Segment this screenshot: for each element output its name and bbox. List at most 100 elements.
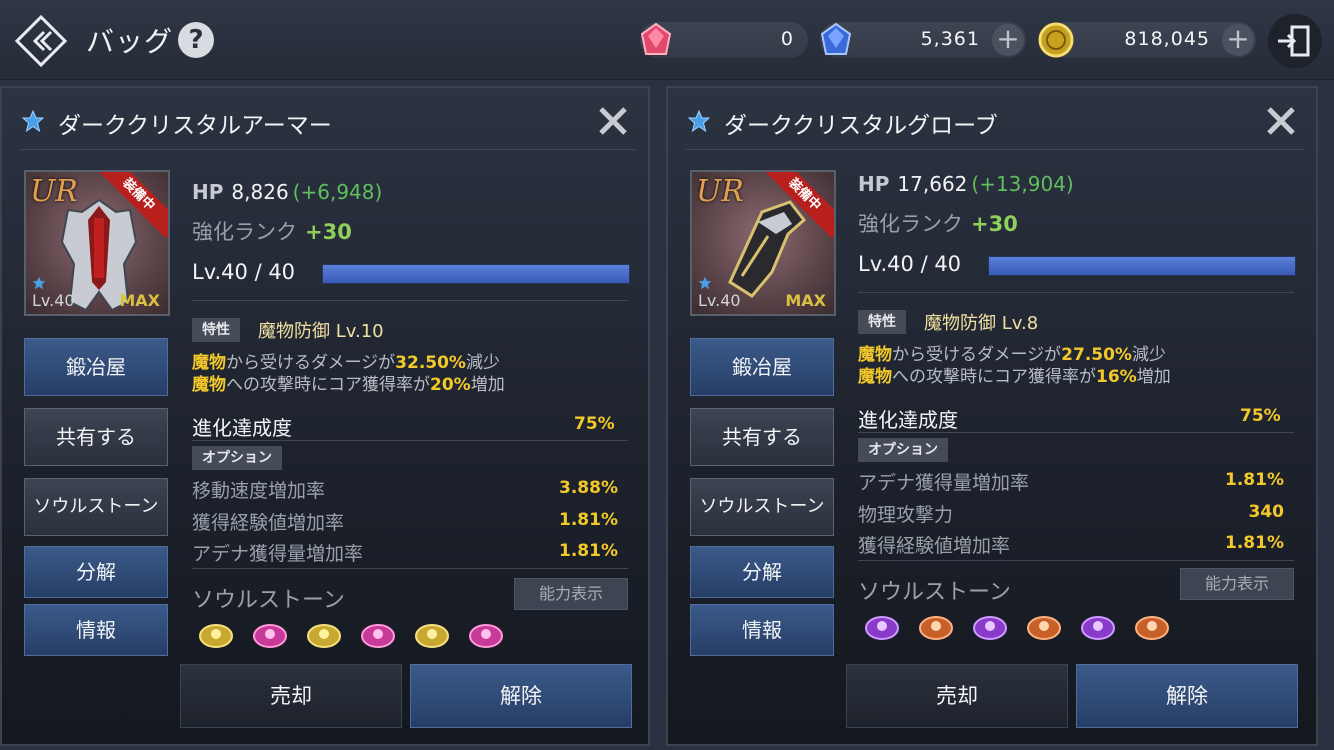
soulstone-title: ソウルストーン xyxy=(858,580,1011,605)
info-button[interactable]: 情報 xyxy=(24,604,168,656)
star-icon xyxy=(688,110,710,132)
trait-highlight: 16% xyxy=(1096,367,1137,387)
sell-button[interactable]: 売却 xyxy=(846,664,1068,728)
share-button[interactable]: 共有する xyxy=(24,408,168,466)
add-gold-button[interactable]: + xyxy=(1222,24,1254,56)
hp-bonus: (+13,904) xyxy=(971,172,1074,196)
trait-tag: 特性 xyxy=(858,310,906,334)
portrait-max: MAX xyxy=(119,291,160,310)
option-value: 1.81% xyxy=(1225,470,1284,490)
red-crystal-icon xyxy=(640,22,672,55)
purple-soulstone-icon[interactable] xyxy=(970,610,1010,640)
trait-description: 魔物から受けるダメージが32.50%減少 魔物への攻撃時にコア獲得率が20%増加 xyxy=(192,352,505,396)
back-icon[interactable] xyxy=(14,14,68,68)
hp-row: HP 8,826 (+6,948) xyxy=(192,180,382,204)
hp-label: HP xyxy=(858,172,890,196)
blue-crystal-counter: 5,361 + xyxy=(820,22,1026,58)
purple-soulstone-icon[interactable] xyxy=(862,610,902,640)
purple-soulstone-icon[interactable] xyxy=(1078,610,1118,640)
option-label: 物理攻撃力 xyxy=(858,504,954,526)
option-label: 移動速度増加率 xyxy=(192,480,326,502)
evolution-value: 75% xyxy=(574,414,615,434)
panel-header: ダーククリスタルアーマー xyxy=(20,102,636,150)
trait-description: 魔物から受けるダメージが27.50%減少 魔物への攻撃時にコア獲得率が16%増加 xyxy=(858,344,1171,388)
trait-text: 増加 xyxy=(1136,367,1171,387)
trait-text: への攻撃時にコア獲得率が xyxy=(226,375,430,395)
add-blue-crystal-button[interactable]: + xyxy=(992,24,1024,56)
close-icon[interactable] xyxy=(596,104,630,138)
item-panel-armor: ダーククリスタルアーマー UR 装備中 Lv.40 MAX 鍛冶屋 共有する ソ… xyxy=(0,86,650,746)
option-label: 獲得経験値増加率 xyxy=(192,512,345,534)
rank-value: +30 xyxy=(971,212,1018,236)
rank-label: 強化ランク xyxy=(858,212,963,236)
pink-soulstone-icon[interactable] xyxy=(250,618,290,648)
ability-display-button[interactable]: 能力表示 xyxy=(514,578,628,610)
panel-header: ダーククリスタルグローブ xyxy=(686,102,1304,150)
rank-label: 強化ランク xyxy=(192,220,297,244)
star-icon xyxy=(32,276,46,290)
hp-row: HP 17,662 (+13,904) xyxy=(858,172,1074,196)
item-panel-gloves: ダーククリスタルグローブ UR 装備中 Lv.40 MAX 鍛冶屋 共有する ソ… xyxy=(666,86,1318,746)
gold-soulstone-icon[interactable] xyxy=(412,618,452,648)
star-icon xyxy=(22,110,44,132)
share-button[interactable]: 共有する xyxy=(690,408,834,466)
gold-counter: 818,045 + xyxy=(1038,22,1256,58)
help-button[interactable]: ? xyxy=(178,22,214,58)
trait-text: 減少 xyxy=(465,353,500,373)
dismantle-button[interactable]: 分解 xyxy=(24,546,168,598)
soulstone-title: ソウルストーン xyxy=(192,588,345,613)
soulstone-button[interactable]: ソウルストーン xyxy=(24,478,168,536)
trait-highlight: 魔物 xyxy=(192,353,226,373)
blue-crystal-icon xyxy=(820,22,852,55)
option-value: 1.81% xyxy=(1225,533,1284,553)
item-name: ダーククリスタルグローブ xyxy=(724,113,998,139)
rarity-label: UR xyxy=(30,174,78,209)
option-tag: オプション xyxy=(858,438,948,462)
gold-soulstone-icon[interactable] xyxy=(196,618,236,648)
hp-bonus: (+6,948) xyxy=(292,180,383,204)
blacksmith-button[interactable]: 鍛冶屋 xyxy=(690,338,834,396)
info-button[interactable]: 情報 xyxy=(690,604,834,656)
orange-soulstone-icon[interactable] xyxy=(1132,610,1172,640)
evolution-label: 進化達成度 xyxy=(192,416,292,440)
ability-display-button[interactable]: 能力表示 xyxy=(1180,568,1294,600)
trait-text: から受けるダメージが xyxy=(892,345,1062,365)
trait-tag: 特性 xyxy=(192,318,240,342)
rank-value: +30 xyxy=(305,220,352,244)
trait-name: 魔物防御 Lv.10 xyxy=(258,321,384,342)
option-value: 340 xyxy=(1248,502,1285,522)
rank-row: 強化ランク +30 xyxy=(192,216,352,246)
trait-highlight: 魔物 xyxy=(858,367,892,387)
divider xyxy=(192,300,628,301)
close-icon[interactable] xyxy=(1264,104,1298,138)
level-label: Lv.40 / 40 xyxy=(192,260,296,284)
divider xyxy=(192,568,628,569)
hp-label: HP xyxy=(192,180,224,204)
orange-soulstone-icon[interactable] xyxy=(1024,610,1064,640)
level-label: Lv.40 / 40 xyxy=(858,252,962,276)
exit-icon[interactable] xyxy=(1268,14,1322,68)
unequip-button[interactable]: 解除 xyxy=(1076,664,1298,728)
soulstone-button[interactable]: ソウルストーン xyxy=(690,478,834,536)
orange-soulstone-icon[interactable] xyxy=(916,610,956,640)
option-value: 3.88% xyxy=(559,478,618,498)
gold-soulstone-icon[interactable] xyxy=(304,618,344,648)
item-portrait[interactable]: UR 装備中 Lv.40 MAX xyxy=(690,170,836,316)
dismantle-button[interactable]: 分解 xyxy=(690,546,834,598)
blacksmith-button[interactable]: 鍛冶屋 xyxy=(24,338,168,396)
divider xyxy=(858,292,1294,293)
gold-amount: 818,045 xyxy=(1124,28,1210,50)
item-portrait[interactable]: UR 装備中 Lv.40 MAX xyxy=(24,170,170,316)
unequip-button[interactable]: 解除 xyxy=(410,664,632,728)
level-progress-bar xyxy=(988,256,1296,276)
top-bar: バッグ ? 0 5,361 + 818,045 + xyxy=(0,0,1334,80)
pink-soulstone-icon[interactable] xyxy=(466,618,506,648)
page-title: バッグ xyxy=(86,25,174,58)
star-icon xyxy=(698,276,712,290)
sell-button[interactable]: 売却 xyxy=(180,664,402,728)
hp-value: 17,662 xyxy=(897,172,968,196)
trait-highlight: 20% xyxy=(430,375,471,395)
pink-soulstone-icon[interactable] xyxy=(358,618,398,648)
divider xyxy=(858,432,1294,433)
trait-highlight: 魔物 xyxy=(858,345,892,365)
